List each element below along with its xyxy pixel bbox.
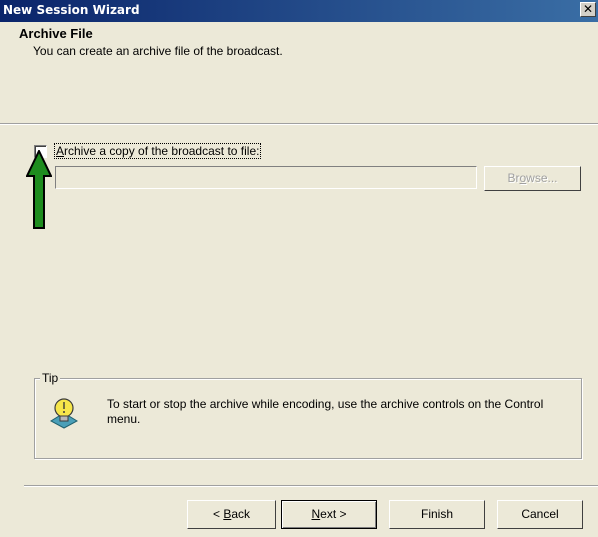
browse-label-pre: Br xyxy=(507,171,520,185)
title-bar[interactable]: New Session Wizard ✕ xyxy=(0,0,598,22)
cancel-label: Cancel xyxy=(521,507,559,521)
tip-legend: Tip xyxy=(40,371,61,385)
window-title: New Session Wizard xyxy=(3,3,140,17)
footer-divider xyxy=(24,485,598,487)
back-label-pre: < xyxy=(212,507,224,521)
tip-text: To start or stop the archive while encod… xyxy=(107,397,544,426)
next-button[interactable]: Next > xyxy=(281,500,377,529)
header-divider xyxy=(0,123,598,125)
green-arrow-up-icon xyxy=(26,150,52,229)
finish-label: Finish xyxy=(420,507,453,521)
archive-label-rest: rchive a copy of the broadcast to file: xyxy=(64,144,260,158)
back-label-post: ack xyxy=(231,507,251,521)
archive-file-input[interactable] xyxy=(55,166,477,189)
wizard-window: New Session Wizard ✕ Archive File You ca… xyxy=(0,0,598,537)
next-label-post: ext > xyxy=(320,507,347,521)
lightbulb-icon xyxy=(50,398,78,429)
browse-label-post: wse... xyxy=(526,171,558,185)
archive-label-accel: A xyxy=(56,144,65,158)
page-title: Archive File xyxy=(19,26,93,41)
browse-button[interactable]: Browse... xyxy=(484,166,581,191)
page-subtitle: You can create an archive file of the br… xyxy=(33,44,283,58)
finish-button[interactable]: Finish xyxy=(389,500,485,529)
close-button[interactable]: ✕ xyxy=(580,2,596,17)
cancel-button[interactable]: Cancel xyxy=(497,500,583,529)
back-button[interactable]: < Back xyxy=(187,500,276,529)
archive-checkbox-label[interactable]: Archive a copy of the broadcast to file: xyxy=(53,143,262,159)
next-label-accel: N xyxy=(311,507,321,521)
close-icon: ✕ xyxy=(582,2,594,16)
